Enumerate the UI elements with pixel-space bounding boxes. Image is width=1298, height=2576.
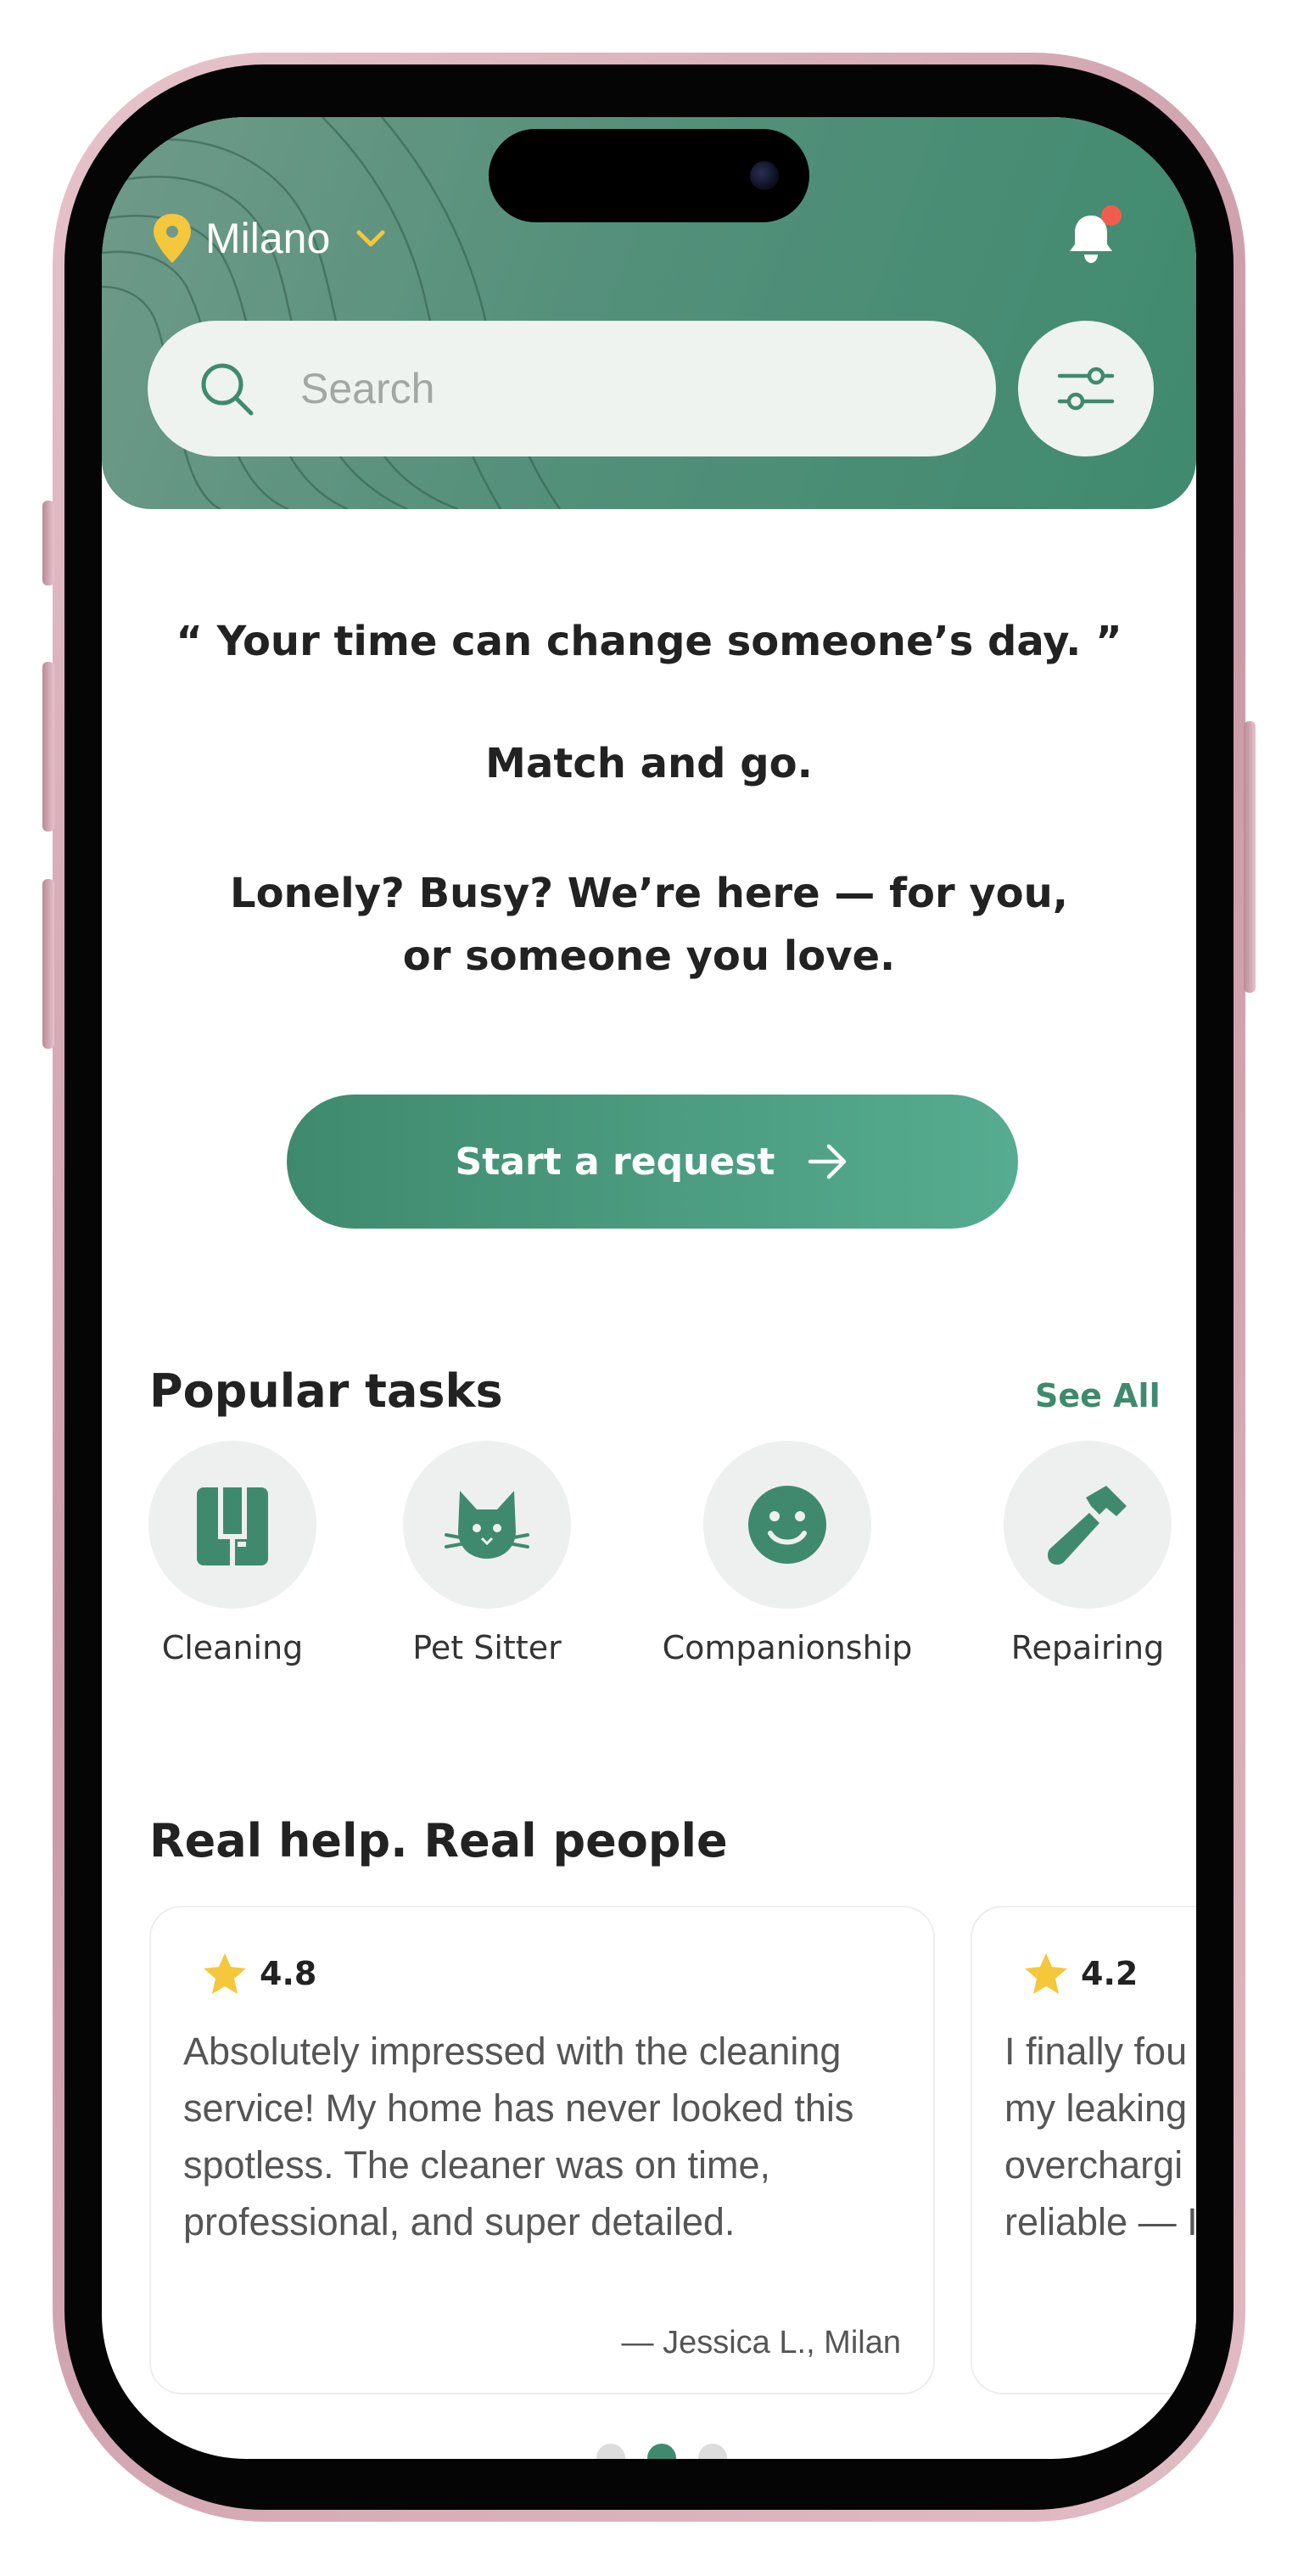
carousel-dot-active[interactable]: [647, 2444, 676, 2459]
task-icon-circle: [703, 1441, 871, 1609]
carousel-dot[interactable]: [596, 2444, 625, 2459]
review-card[interactable]: 4.2 I finally fou my leaking overchargi …: [971, 1906, 1196, 2394]
star-icon: [204, 1953, 246, 1994]
task-repairing[interactable]: Repairing: [960, 1441, 1196, 1666]
review-card[interactable]: 4.8 Absolutely impressed with the cleani…: [149, 1906, 935, 2394]
app-screen: Milano Search “ Your time can change som…: [102, 117, 1196, 2459]
notification-dot: [1101, 205, 1122, 226]
task-pet-sitter[interactable]: Pet Sitter: [360, 1441, 614, 1666]
search-icon: [201, 363, 254, 416]
side-button-volume-up: [42, 662, 54, 832]
task-label: Companionship: [662, 1629, 913, 1666]
reviews-title: Real help. Real people: [149, 1814, 728, 1868]
start-request-button[interactable]: Start a request: [287, 1095, 1018, 1229]
carousel-dots: [585, 2444, 738, 2459]
task-cleaning[interactable]: Cleaning: [105, 1441, 360, 1666]
side-button-power: [1244, 721, 1256, 993]
tagline-text: Match and go.: [485, 740, 813, 787]
location-selector[interactable]: Milano: [151, 209, 388, 268]
see-all-link[interactable]: See All: [1035, 1377, 1161, 1414]
popular-tasks-title: Popular tasks: [149, 1364, 503, 1418]
notifications-button[interactable]: [1060, 205, 1122, 270]
review-author: — Jessica L., Milan: [621, 2325, 901, 2360]
side-button-action: [42, 501, 54, 585]
start-request-label: Start a request: [455, 1140, 775, 1184]
review-text: Absolutely impressed with the cleaning s…: [183, 2030, 854, 2243]
task-label: Cleaning: [161, 1629, 304, 1666]
filter-sliders-icon: [1057, 367, 1115, 411]
rating-value: 4.2: [1081, 1955, 1139, 1992]
star-icon: [1025, 1953, 1067, 1994]
cat-icon: [445, 1491, 529, 1559]
arrow-right-icon: [808, 1144, 847, 1179]
carousel-dot[interactable]: [698, 2444, 727, 2459]
task-label: Pet Sitter: [412, 1629, 562, 1666]
task-label: Repairing: [1010, 1629, 1165, 1666]
rating: 4.2: [1023, 1952, 1138, 1996]
task-icon-circle: [403, 1441, 571, 1609]
search-bar[interactable]: [148, 321, 996, 456]
header: Milano: [102, 117, 1196, 509]
location-label: Milano: [205, 215, 331, 262]
task-icon-circle: [1004, 1441, 1172, 1609]
dynamic-island: [489, 129, 809, 222]
front-camera: [750, 161, 779, 190]
task-icon-circle: [148, 1441, 316, 1609]
cleaning-icon: [197, 1487, 268, 1565]
smiley-icon: [748, 1486, 826, 1564]
chevron-down-icon: [356, 230, 385, 247]
hammer-icon: [1048, 1486, 1127, 1565]
review-text: I finally fou my leaking overchargi reli…: [1004, 2030, 1196, 2243]
rating-value: 4.8: [260, 1955, 317, 1992]
quote-text: “ Your time can change someone’s day. ”: [176, 618, 1122, 665]
side-button-volume-down: [42, 879, 54, 1049]
filter-button[interactable]: [1018, 321, 1154, 456]
rating: 4.8: [202, 1952, 316, 1996]
subline-text: Lonely? Busy? We’re here — for you, or s…: [229, 870, 1068, 980]
task-companionship[interactable]: Companionship: [660, 1441, 915, 1666]
search-input[interactable]: [299, 363, 943, 414]
location-pin-icon: [154, 214, 191, 263]
